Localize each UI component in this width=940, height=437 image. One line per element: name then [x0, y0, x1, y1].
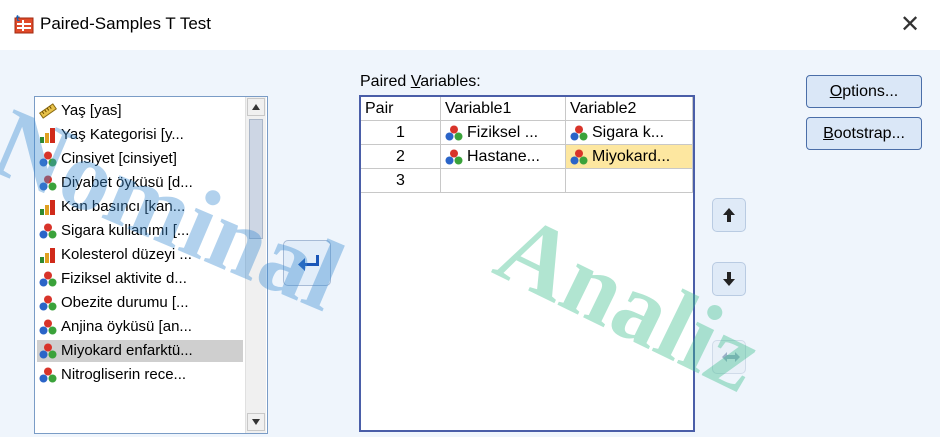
variable-cell-1[interactable]	[441, 169, 566, 193]
list-item-label: Nitrogliserin rece...	[61, 366, 187, 383]
list-item[interactable]: Kan basıncı [kan...	[37, 196, 243, 218]
list-item[interactable]: Yaş Kategorisi [y...	[37, 124, 243, 146]
scroll-up-button[interactable]	[247, 98, 265, 116]
header-variable2: Variable2	[566, 97, 693, 121]
variable-cell-2[interactable]: Sigara k...	[566, 121, 693, 145]
pair-number-cell[interactable]: 2	[361, 145, 441, 169]
title-bar: t Paired-Samples T Test ✕	[0, 0, 940, 50]
move-down-button[interactable]	[712, 262, 746, 296]
list-item[interactable]: Nitrogliserin rece...	[37, 364, 243, 386]
ordinal-bar-icon	[39, 247, 57, 263]
list-item-label: Yaş [yas]	[61, 102, 122, 119]
nominal-balls-icon	[445, 149, 463, 165]
paired-variables-table[interactable]: Pair Variable1 Variable2 1 Fiziksel ... Si…	[359, 95, 695, 432]
list-item-label: Anjina öyküsü [an...	[61, 318, 192, 335]
pair-number-cell[interactable]: 3	[361, 169, 441, 193]
list-item-label: Fiziksel aktivite d...	[61, 270, 187, 287]
window-title: Paired-Samples T Test	[40, 14, 212, 33]
svg-text:t: t	[16, 14, 20, 23]
options-button[interactable]: Options...	[806, 75, 922, 108]
source-list-items: Yaş [yas] Yaş Kategorisi [y... Cinsiyet [c…	[35, 97, 245, 433]
variable-cell-label: Miyokard...	[592, 148, 671, 165]
close-icon[interactable]: ✕	[892, 8, 928, 42]
label-mnemonic: V	[410, 73, 421, 90]
bootstrap-button[interactable]: Bootstrap...	[806, 117, 922, 150]
variable-cell-2[interactable]	[566, 169, 693, 193]
nominal-balls-icon	[570, 149, 588, 165]
header-pair: Pair	[361, 97, 441, 121]
header-variable1: Variable1	[441, 97, 566, 121]
variable-cell-1[interactable]: Fiziksel ...	[441, 121, 566, 145]
variable-cell-label: Fiziksel ...	[467, 124, 539, 141]
ordinal-bar-icon	[39, 127, 57, 143]
move-arrow-icon	[298, 255, 319, 271]
spss-ttest-icon: t	[14, 14, 34, 34]
variable-cell-label: Hastane...	[467, 148, 540, 165]
list-item-label: Obezite durumu [...	[61, 294, 189, 311]
list-item-label: Cinsiyet [cinsiyet]	[61, 150, 177, 167]
scroll-thumb[interactable]	[249, 119, 263, 239]
nominal-balls-icon	[39, 343, 57, 359]
ruler-scale-icon	[39, 103, 57, 119]
list-item-label: Yaş Kategorisi [y...	[61, 126, 184, 143]
list-item[interactable]: Cinsiyet [cinsiyet]	[37, 148, 243, 170]
variable-cell-1[interactable]: Hastane...	[441, 145, 566, 169]
nominal-balls-icon	[39, 319, 57, 335]
swap-arrows-icon	[722, 352, 740, 362]
variable-cell-2[interactable]: Miyokard...	[566, 145, 693, 169]
list-item-label: Diyabet öyküsü [d...	[61, 174, 193, 191]
label-part: ariables:	[420, 73, 481, 90]
scroll-down-button[interactable]	[247, 413, 265, 431]
nominal-balls-icon	[445, 125, 463, 141]
label-part: Paired	[360, 73, 411, 90]
nominal-balls-icon	[39, 295, 57, 311]
nominal-balls-icon	[39, 223, 57, 239]
move-up-button[interactable]	[712, 198, 746, 232]
swap-button[interactable]	[712, 340, 746, 374]
ordinal-bar-icon	[39, 199, 57, 215]
bootstrap-label: ootstrap...	[833, 125, 905, 142]
nominal-balls-icon	[39, 175, 57, 191]
pair-number-cell[interactable]: 1	[361, 121, 441, 145]
options-mnemonic: O	[829, 83, 843, 100]
nominal-balls-icon	[39, 151, 57, 167]
list-item[interactable]: Fiziksel aktivite d...	[37, 268, 243, 290]
move-variable-button[interactable]	[283, 240, 331, 286]
nominal-balls-icon	[570, 125, 588, 141]
nominal-balls-icon	[39, 367, 57, 383]
list-item[interactable]: Sigara kullanımı [...	[37, 220, 243, 242]
list-item[interactable]: Obezite durumu [...	[37, 292, 243, 314]
list-item-label: Sigara kullanımı [...	[61, 222, 190, 239]
list-item-label: Miyokard enfarktü...	[61, 342, 193, 359]
source-variable-list[interactable]: Yaş [yas] Yaş Kategorisi [y... Cinsiyet [c…	[34, 96, 268, 434]
list-item-label: Kan basıncı [kan...	[61, 198, 186, 215]
arrow-up-icon	[723, 208, 735, 222]
list-item[interactable]: Miyokard enfarktü...	[37, 340, 243, 362]
bootstrap-mnemonic: B	[823, 125, 834, 142]
variable-cell-label: Sigara k...	[592, 124, 665, 141]
list-item[interactable]: Anjina öyküsü [an...	[37, 316, 243, 338]
options-label: ptions...	[842, 83, 899, 100]
list-item-label: Kolesterol düzeyi ...	[61, 246, 192, 263]
paired-variables-label: Paired Variables:	[360, 73, 481, 91]
nominal-balls-icon	[39, 271, 57, 287]
list-item[interactable]: Kolesterol düzeyi ...	[37, 244, 243, 266]
list-item[interactable]: Diyabet öyküsü [d...	[37, 172, 243, 194]
list-item[interactable]: Yaş [yas]	[37, 100, 243, 122]
vertical-scrollbar[interactable]	[245, 97, 266, 433]
arrow-down-icon	[723, 272, 735, 286]
